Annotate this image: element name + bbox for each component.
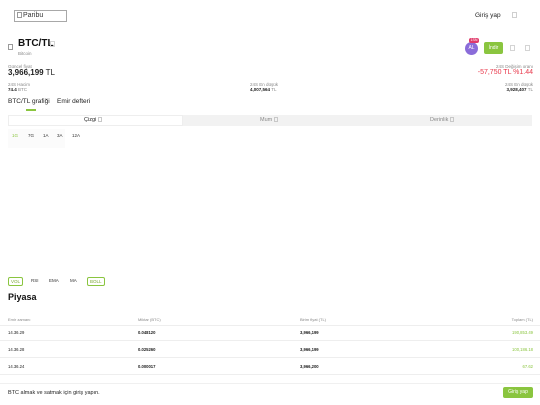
chart-type-line[interactable]: Çizgi — [84, 117, 103, 123]
row1-total: 190,853.49 — [512, 330, 533, 335]
chart-type-line-label: Çizgi — [84, 117, 97, 123]
range-1a[interactable]: 1A — [43, 133, 49, 138]
chart-type-candle[interactable]: Mum — [260, 117, 279, 123]
chart-type-depth-label: Derinlik — [430, 117, 449, 123]
row1-time: 14.36.29 — [8, 330, 25, 335]
low-unit: TL — [271, 87, 277, 92]
table-row-divider — [0, 340, 540, 341]
change-value: -57,750 TL %1.44 — [477, 69, 533, 76]
indicator-rsi[interactable]: RSI — [29, 277, 41, 284]
high-number: 3,928,407 — [506, 87, 527, 92]
current-price: 3,966,199 TL — [8, 68, 55, 77]
col-total: Toplam (TL) — [511, 317, 533, 322]
tab-chart[interactable]: BTC/TL grafiği — [8, 98, 50, 105]
indicator-ma[interactable]: MA — [68, 277, 79, 284]
indicator-boll[interactable]: BOLL — [87, 277, 105, 286]
broken-image-icon — [17, 12, 22, 19]
login-link[interactable]: Giriş yap — [475, 12, 501, 19]
range-1g[interactable]: 1G — [12, 133, 18, 138]
chart-type-depth[interactable]: Derinlik — [430, 117, 455, 123]
row3-price: 3,966,200 — [300, 364, 319, 369]
candle-chart-icon — [274, 117, 279, 123]
col-price: Birim fiyat (TL) — [300, 317, 326, 322]
high-unit: TL — [527, 87, 533, 92]
low-number: 4,007,564 — [250, 87, 271, 92]
table-row-divider — [0, 357, 540, 358]
app-badge-icon[interactable]: AL — [465, 42, 478, 55]
row2-total: 100,186.18 — [512, 347, 533, 352]
range-7g[interactable]: 7G — [28, 133, 34, 138]
active-tab-indicator — [26, 109, 36, 111]
table-divider — [0, 325, 540, 326]
settings-icon[interactable] — [525, 45, 530, 51]
login-prompt: BTC almak ve satmak için giriş yapın. — [8, 390, 100, 396]
line-chart-icon — [98, 117, 103, 123]
tab-order-book[interactable]: Emir defteri — [57, 98, 90, 105]
price-chart-area[interactable] — [8, 150, 532, 270]
col-time: Emir zamanı — [8, 317, 31, 322]
row2-price: 3,966,199 — [300, 347, 319, 352]
table-row-divider — [0, 374, 540, 375]
pair-subtitle: Bitcoin — [18, 51, 32, 56]
pair-title: BTC/TL — [18, 38, 54, 49]
menu-icon[interactable] — [512, 12, 517, 18]
row1-amount: 0.048120 — [138, 330, 156, 335]
range-12a[interactable]: 12A — [72, 133, 80, 138]
row3-time: 14.36.24 — [8, 364, 25, 369]
logo-alt-text: Paribu — [23, 12, 44, 19]
range-3a[interactable]: 3A — [57, 133, 63, 138]
favorite-icon[interactable] — [8, 44, 13, 50]
current-price-unit: TL — [45, 68, 56, 77]
high-value: 3,928,407 TL — [507, 87, 533, 92]
indicator-ema[interactable]: EMA — [47, 277, 61, 284]
badge-count: 1SN — [469, 38, 479, 43]
low-value: 4,007,564 TL — [250, 87, 276, 92]
row2-time: 14.36.28 — [8, 347, 25, 352]
chart-type-candle-label: Mum — [260, 117, 273, 123]
range-selector — [8, 129, 65, 148]
pair-dropdown-icon[interactable] — [50, 41, 55, 47]
col-amount: Miktar (BTC) — [138, 317, 161, 322]
row3-amount: 0.000017 — [138, 364, 156, 369]
indicator-vol[interactable]: VOL — [8, 277, 24, 286]
current-price-value: 3,966,199 — [8, 68, 44, 77]
volume-unit: BTC — [18, 87, 28, 92]
paribu-logo[interactable]: Paribu — [14, 10, 67, 22]
row2-amount: 0.025260 — [138, 347, 156, 352]
market-title: Piyasa — [8, 292, 37, 302]
volume-value: 74.4 BTC — [8, 87, 27, 92]
row3-total: 67.62 — [522, 364, 533, 369]
depth-chart-icon — [450, 117, 455, 123]
row1-price: 3,966,199 — [300, 330, 319, 335]
share-icon[interactable] — [510, 45, 515, 51]
volume-number: 74.4 — [8, 87, 17, 92]
bottom-login-button[interactable]: Giriş yap — [503, 387, 533, 398]
download-button[interactable]: İndir — [484, 42, 503, 54]
